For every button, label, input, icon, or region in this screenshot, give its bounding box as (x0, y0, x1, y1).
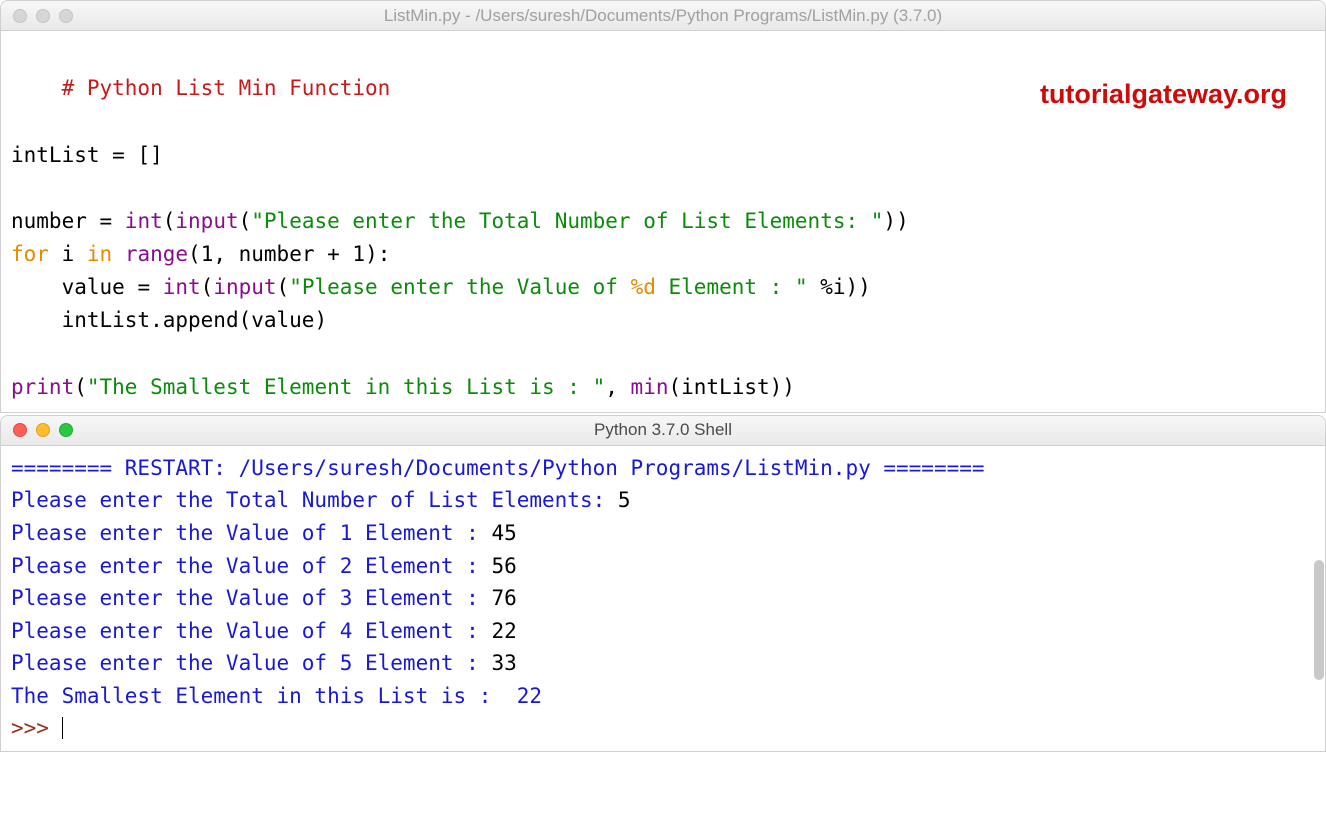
shell-window: Python 3.7.0 Shell ======== RESTART: /Us… (0, 415, 1326, 752)
shell-traffic-lights (1, 423, 73, 437)
shell-titlebar[interactable]: Python 3.7.0 Shell (1, 416, 1325, 446)
shell-prompt: >>> (11, 716, 62, 740)
shell-output[interactable]: ======== RESTART: /Users/suresh/Document… (1, 446, 1325, 751)
scrollbar[interactable] (1314, 560, 1324, 680)
code-token: int (125, 209, 163, 233)
code-token: min (631, 375, 669, 399)
code-comment: # Python List Min Function (62, 76, 391, 100)
code-token: range (125, 242, 188, 266)
editor-window: ListMin.py - /Users/suresh/Documents/Pyt… (0, 0, 1326, 413)
close-icon[interactable] (13, 423, 27, 437)
code-token: = [] (100, 143, 163, 167)
code-token: %i)) (808, 275, 871, 299)
code-token: 1 (201, 242, 214, 266)
shell-input-value: 22 (491, 619, 516, 643)
code-token: ( (188, 242, 201, 266)
code-token: i (62, 242, 87, 266)
code-string: "Please enter the Total Number of List E… (251, 209, 883, 233)
code-indent (11, 308, 62, 332)
minimize-icon[interactable] (36, 423, 50, 437)
shell-input-value: 33 (491, 651, 516, 675)
shell-title: Python 3.7.0 Shell (1, 420, 1325, 440)
code-token: = (125, 275, 163, 299)
code-token: intList (11, 143, 100, 167)
code-keyword: in (87, 242, 125, 266)
shell-input-value: 5 (618, 488, 631, 512)
shell-line: Please enter the Value of 3 Element : (11, 586, 491, 610)
minimize-icon[interactable] (36, 9, 50, 23)
code-token: )) (883, 209, 908, 233)
code-token: value (62, 275, 125, 299)
watermark-label: tutorialgateway.org (1040, 73, 1287, 116)
code-keyword: for (11, 242, 62, 266)
shell-line: Please enter the Value of 1 Element : (11, 521, 491, 545)
code-token: , number + (213, 242, 352, 266)
code-indent (11, 275, 62, 299)
close-icon[interactable] (13, 9, 27, 23)
code-token: = (87, 209, 125, 233)
shell-line: Please enter the Value of 2 Element : (11, 554, 491, 578)
code-token: ( (239, 209, 252, 233)
code-string: "The Smallest Element in this List is : … (87, 375, 605, 399)
code-token: , (605, 375, 630, 399)
restart-line: ======== RESTART: /Users/suresh/Document… (11, 456, 985, 480)
code-token: ( (74, 375, 87, 399)
editor-title: ListMin.py - /Users/suresh/Documents/Pyt… (1, 6, 1325, 26)
code-token: number (11, 209, 87, 233)
code-string: Element : " (656, 275, 808, 299)
shell-input-value: 45 (491, 521, 516, 545)
code-token: int (163, 275, 201, 299)
maximize-icon[interactable] (59, 423, 73, 437)
shell-input-value: 56 (491, 554, 516, 578)
shell-line: Please enter the Value of 5 Element : (11, 651, 491, 675)
editor-titlebar[interactable]: ListMin.py - /Users/suresh/Documents/Pyt… (1, 1, 1325, 31)
code-token: input (213, 275, 276, 299)
code-editor[interactable]: tutorialgateway.org # Python List Min Fun… (1, 31, 1325, 412)
code-token: intList.append(value) (62, 308, 328, 332)
shell-result: The Smallest Element in this List is : 2… (11, 684, 542, 708)
code-format: %d (631, 275, 656, 299)
code-token: print (11, 375, 74, 399)
shell-input-value: 76 (491, 586, 516, 610)
shell-line: Please enter the Total Number of List El… (11, 488, 618, 512)
shell-line: Please enter the Value of 4 Element : (11, 619, 491, 643)
editor-traffic-lights (1, 9, 73, 23)
code-token: ( (201, 275, 214, 299)
code-token: (intList)) (668, 375, 794, 399)
code-token: input (175, 209, 238, 233)
cursor-icon (62, 717, 64, 739)
code-token: ( (277, 275, 290, 299)
code-string: "Please enter the Value of (289, 275, 630, 299)
maximize-icon[interactable] (59, 9, 73, 23)
code-token: ): (365, 242, 390, 266)
code-token: ( (163, 209, 176, 233)
code-token: 1 (352, 242, 365, 266)
